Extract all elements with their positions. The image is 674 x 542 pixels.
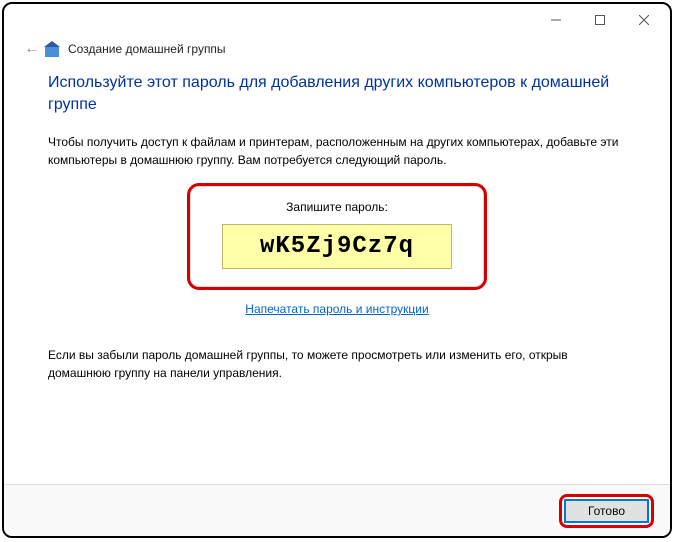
password-panel: Запишите пароль: wK5Zj9Cz7q — [187, 183, 487, 290]
intro-text: Чтобы получить доступ к файлам и принтер… — [48, 133, 626, 169]
done-button[interactable]: Готово — [565, 500, 648, 522]
maximize-button[interactable] — [578, 6, 622, 34]
back-arrow-icon[interactable]: ← — [24, 40, 44, 58]
note-text: Если вы забыли пароль домашней группы, т… — [48, 346, 626, 382]
homegroup-icon — [44, 41, 60, 57]
wizard-title: Создание домашней группы — [68, 42, 226, 56]
password-label: Запишите пароль: — [208, 200, 466, 214]
print-link[interactable]: Напечатать пароль и инструкции — [48, 302, 626, 316]
wizard-footer: Готово — [4, 484, 670, 536]
main-instruction: Используйте этот пароль для добавления д… — [48, 72, 626, 115]
titlebar — [4, 4, 670, 36]
wizard-header: ← Создание домашней группы — [4, 36, 670, 68]
wizard-content: Используйте этот пароль для добавления д… — [4, 68, 670, 382]
close-button[interactable] — [622, 6, 666, 34]
password-value: wK5Zj9Cz7q — [222, 224, 452, 269]
wizard-window: ← Создание домашней группы Используйте э… — [2, 2, 672, 538]
done-highlight: Готово — [559, 494, 654, 528]
minimize-button[interactable] — [534, 6, 578, 34]
